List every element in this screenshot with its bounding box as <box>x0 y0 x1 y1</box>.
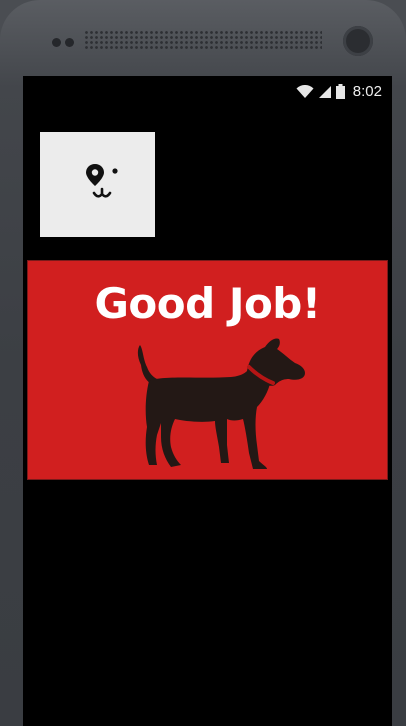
front-camera <box>343 26 373 56</box>
banner-title: Good Job! <box>94 279 321 328</box>
app-logo-tile <box>40 132 155 237</box>
phone-frame: 8:02 Good Job! <box>0 0 406 726</box>
dog-silhouette-icon <box>137 338 305 469</box>
status-clock: 8:02 <box>352 83 382 100</box>
battery-icon <box>335 84 345 99</box>
dog-face-pin-icon <box>86 164 118 198</box>
sensor-dots <box>52 38 74 47</box>
status-bar: 8:02 <box>23 76 392 108</box>
screen: 8:02 Good Job! <box>23 76 392 726</box>
earpiece-speaker <box>84 30 322 50</box>
success-banner: Good Job! <box>27 260 388 480</box>
wifi-icon <box>296 84 314 98</box>
signal-icon <box>318 85 331 98</box>
